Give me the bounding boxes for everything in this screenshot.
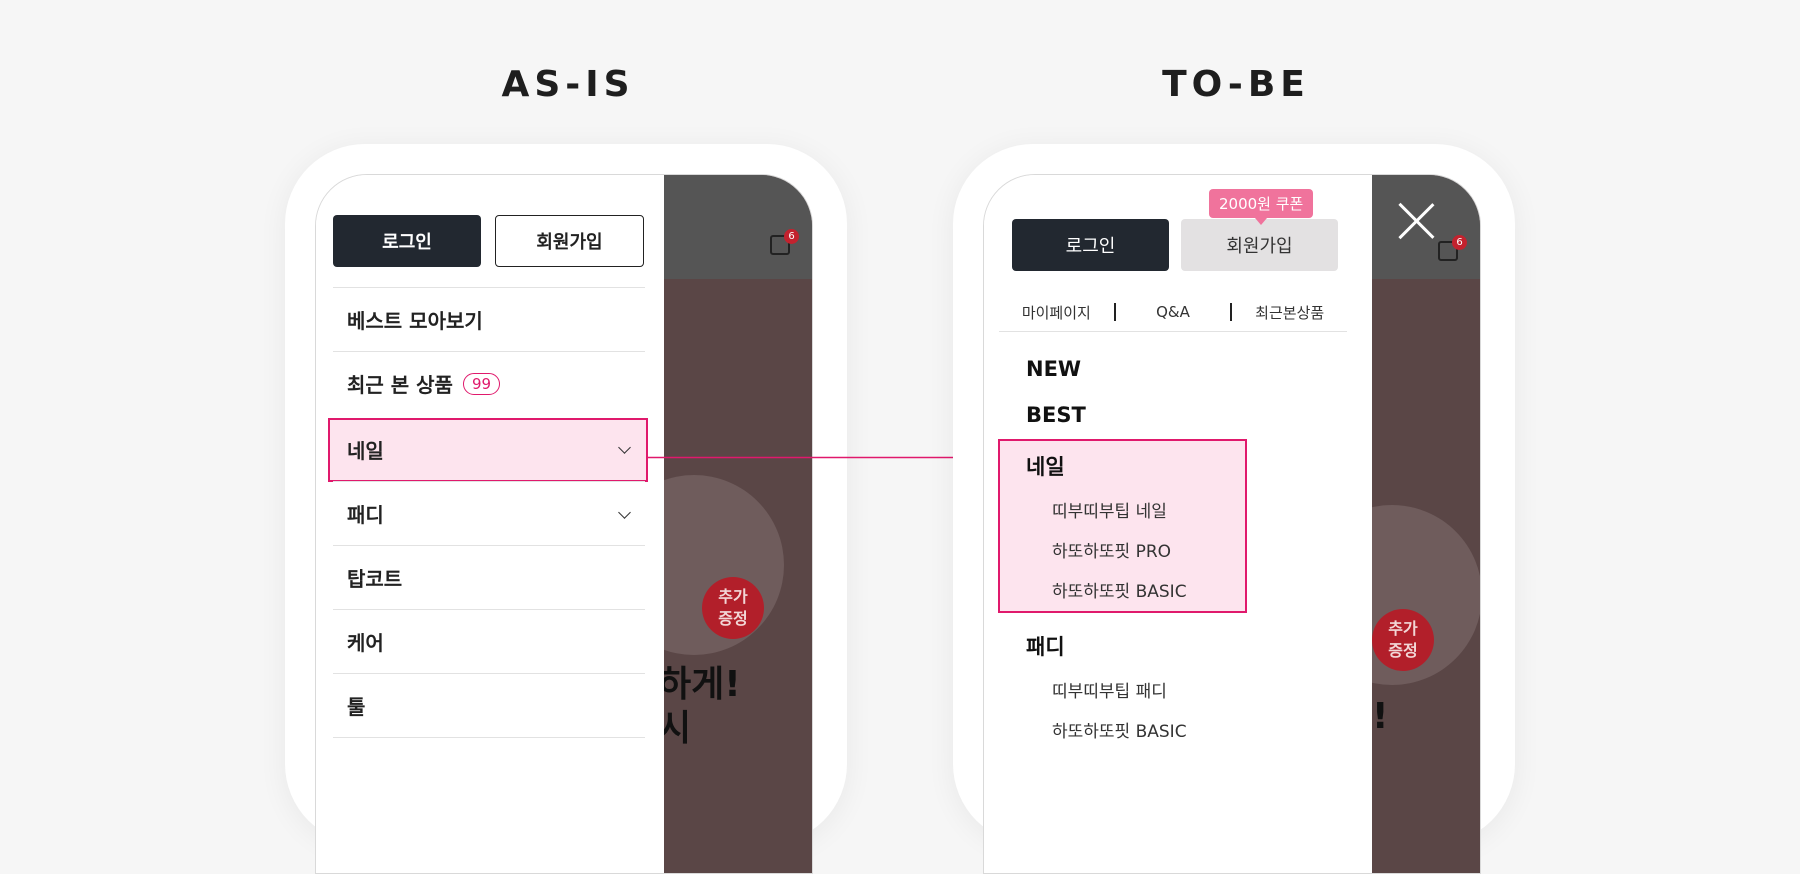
menu-label: 패디 (347, 503, 384, 527)
menu-label: 탑코트 (347, 567, 403, 591)
quick-links: 마이페이지 Q&A 최근본상품 (999, 293, 1347, 332)
subitem-nail-3[interactable]: 하또하또핏 BASIC (1052, 577, 1187, 602)
cart-count-badge: 6 (784, 229, 799, 244)
menu-label: 네일 (347, 438, 384, 463)
subitem-nail-2[interactable]: 하또하또핏 PRO (1052, 537, 1171, 562)
menu-item-best[interactable]: 베스트 모아보기 (333, 287, 645, 351)
recent-count-badge: 99 (462, 372, 501, 395)
promo-text-1: 하게! (664, 664, 741, 705)
category-pedi[interactable]: 패디 (1026, 631, 1065, 661)
menu-item-recent[interactable]: 최근 본 상품 99 (333, 351, 645, 415)
promo-text: ! (1372, 696, 1389, 737)
menu-label: 툴 (347, 695, 366, 719)
as-is-menu-drawer: 로그인 회원가입 베스트 모아보기 최근 본 상품 99 네일 패디 탑코트 케어… (316, 175, 664, 873)
login-button[interactable]: 로그인 (333, 215, 481, 267)
menu-item-tool[interactable]: 툴 (333, 673, 645, 738)
link-qna[interactable]: Q&A (1116, 303, 1231, 321)
menu-label: 베스트 모아보기 (347, 309, 483, 333)
subitem-pedi-2[interactable]: 하또하또핏 BASIC (1052, 717, 1187, 742)
category-new[interactable]: NEW (1026, 357, 1081, 381)
to-be-phone-screen: 6 추가 증정 ! 로그인 회원가입 2000원 쿠폰 마이페이지 Q&A 최근… (983, 174, 1481, 874)
signup-button[interactable]: 회원가입 (495, 215, 644, 267)
link-mypage[interactable]: 마이페이지 (999, 302, 1114, 323)
menu-label: 최근 본 상품 (347, 373, 453, 397)
as-is-phone-screen: 6 추가 증정 하게! 시 로그인 회원가입 베스트 모아보기 최근 본 상품 9… (315, 174, 813, 874)
chevron-down-icon (618, 506, 631, 519)
menu-label: 케어 (347, 631, 384, 655)
subitem-nail-1[interactable]: 띠부띠부팁 네일 (1052, 497, 1167, 522)
bonus-badge: 추가 증정 (1372, 609, 1434, 671)
promo-text-2: 시 (664, 707, 691, 751)
menu-item-pedi[interactable]: 패디 (333, 481, 645, 545)
close-icon[interactable] (1396, 201, 1436, 241)
cart-count-badge: 6 (1452, 235, 1467, 250)
signup-button[interactable]: 회원가입 (1181, 219, 1338, 271)
login-button[interactable]: 로그인 (1012, 219, 1169, 271)
connector-arrow (647, 452, 998, 463)
to-be-heading: TO-BE (1162, 64, 1310, 105)
menu-item-topcoat[interactable]: 탑코트 (333, 545, 645, 609)
coupon-tooltip: 2000원 쿠폰 (1209, 189, 1314, 225)
bonus-badge: 추가 증정 (702, 577, 764, 639)
category-best[interactable]: BEST (1026, 403, 1086, 427)
background-app: 6 추가 증정 ! (1372, 175, 1480, 873)
link-recent[interactable]: 최근본상품 (1232, 302, 1347, 323)
to-be-menu-drawer: 로그인 회원가입 2000원 쿠폰 마이페이지 Q&A 최근본상품 NEW BE… (984, 175, 1372, 873)
category-nail[interactable]: 네일 (1026, 451, 1065, 481)
background-app: 6 추가 증정 하게! 시 (664, 175, 812, 873)
chevron-down-icon (618, 441, 631, 454)
as-is-heading: AS-IS (501, 64, 635, 105)
background-header (664, 175, 812, 279)
menu-item-care[interactable]: 케어 (333, 609, 645, 673)
subitem-pedi-1[interactable]: 띠부띠부팁 패디 (1052, 677, 1167, 702)
menu-item-nail[interactable]: 네일 (333, 417, 645, 481)
